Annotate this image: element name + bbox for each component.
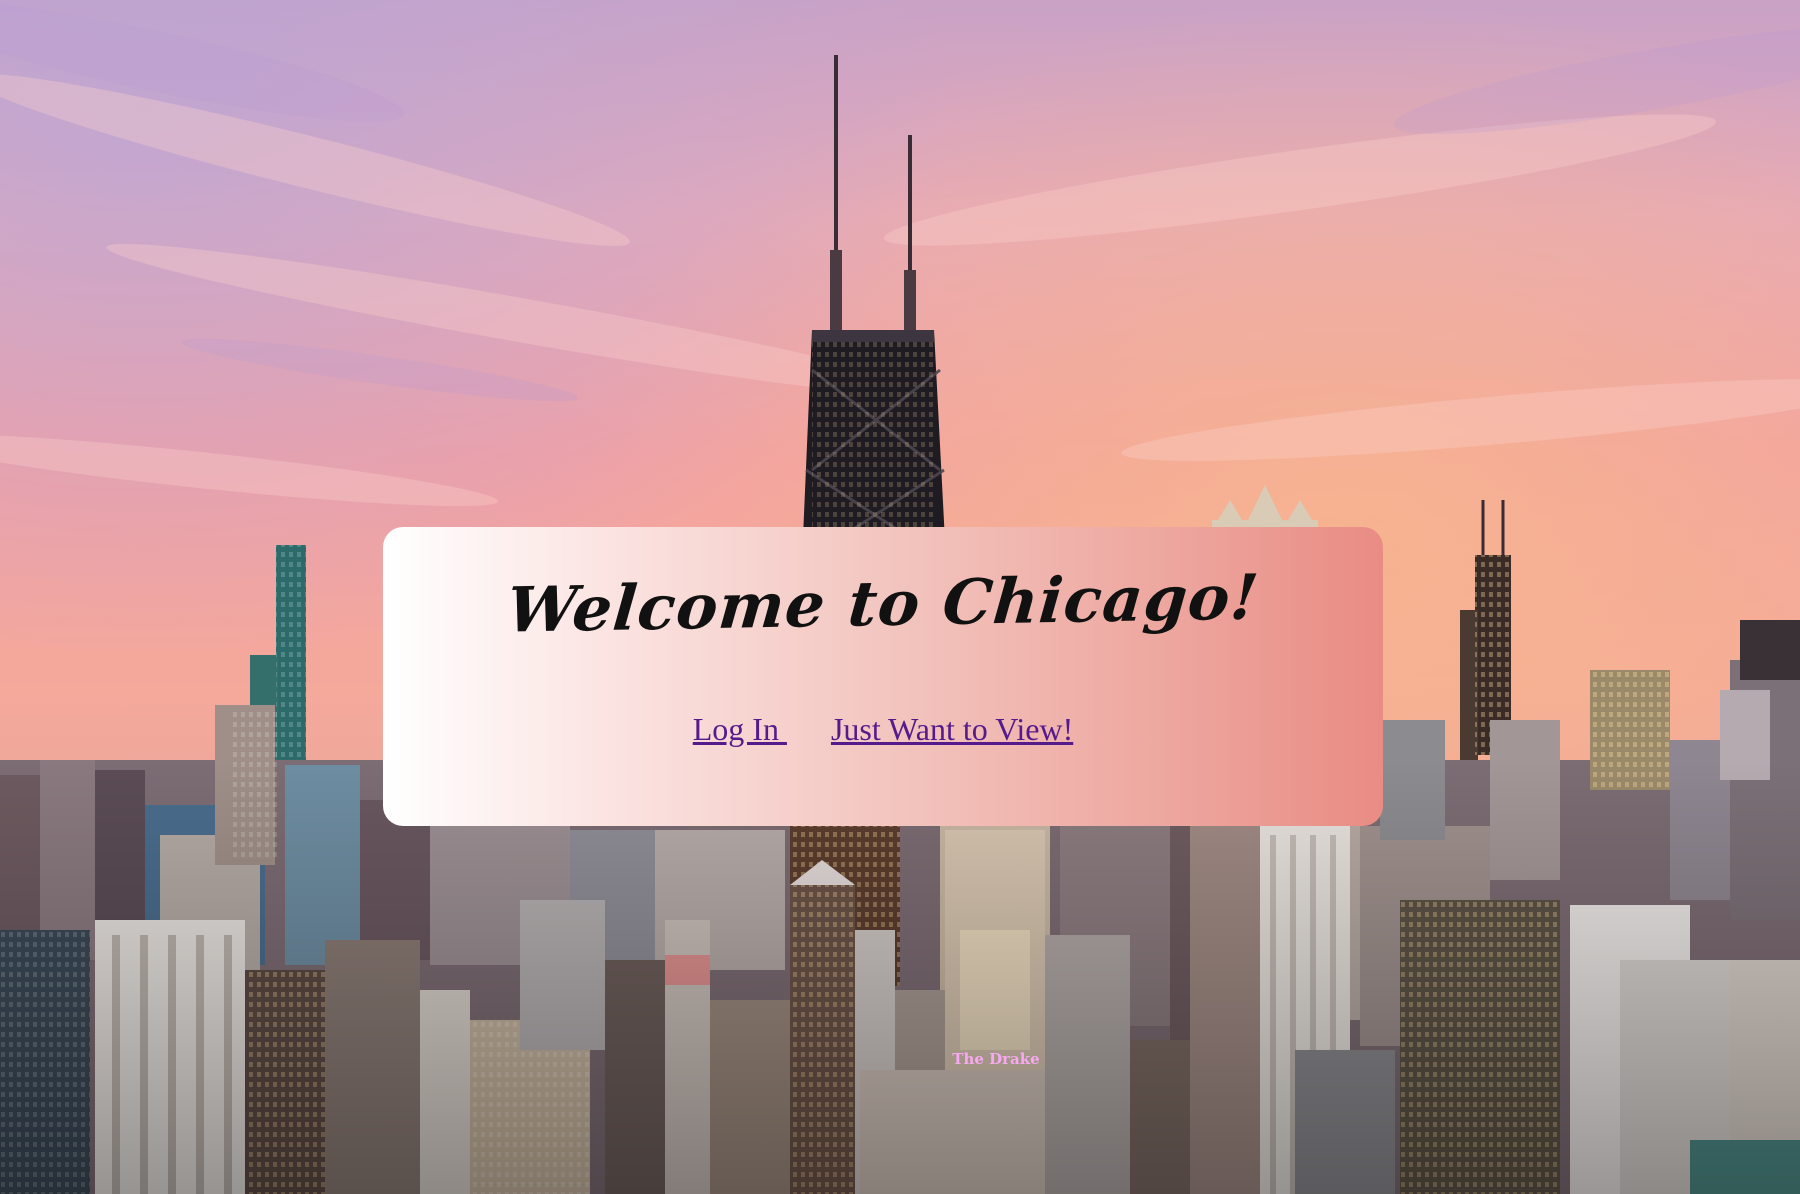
welcome-card: Welcome to Chicago! Log In Just Want to … <box>383 527 1383 826</box>
login-link[interactable]: Log In <box>693 711 787 747</box>
card-links: Log In Just Want to View! <box>383 711 1383 748</box>
drake-sign-text: The Drake <box>952 1050 1039 1068</box>
welcome-title: Welcome to Chicago! <box>503 560 1263 647</box>
view-only-link[interactable]: Just Want to View! <box>831 711 1073 747</box>
